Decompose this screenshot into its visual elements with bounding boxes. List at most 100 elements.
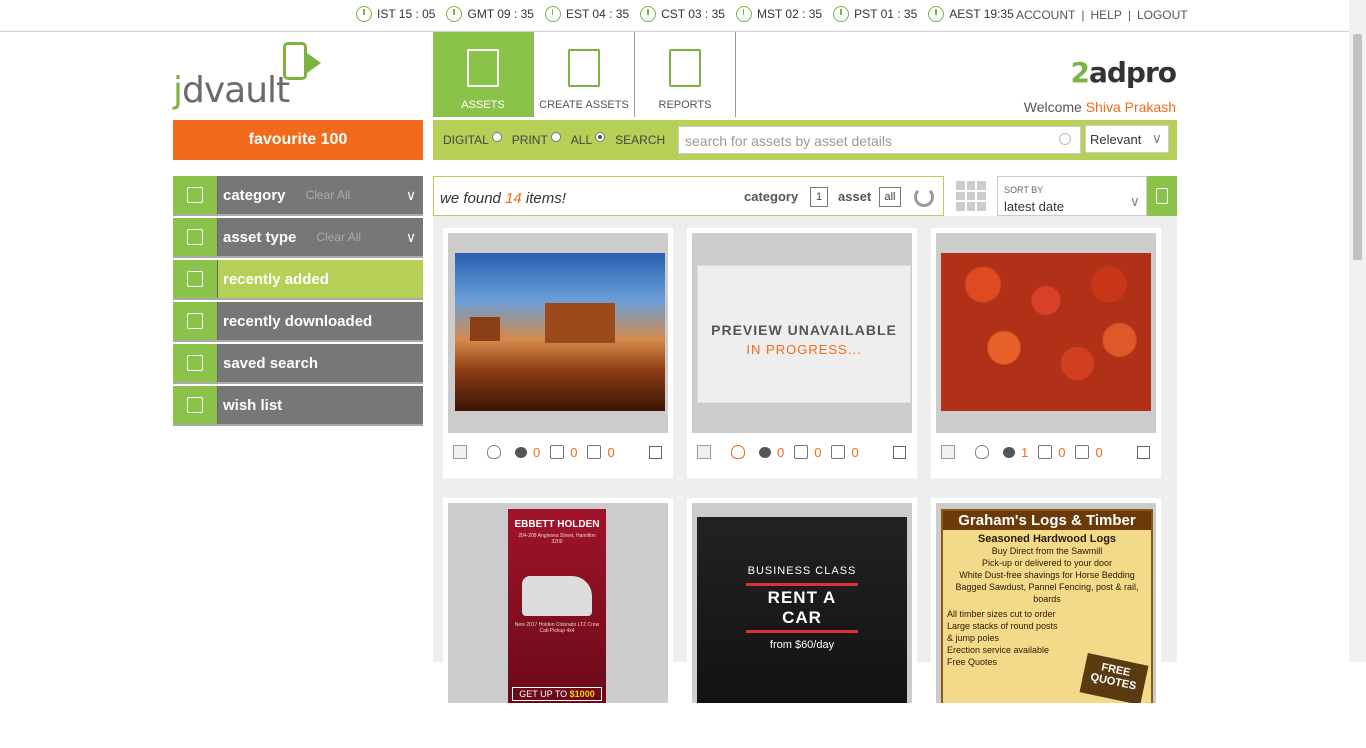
ad-cta: GET UP TO $1000 bbox=[512, 687, 602, 701]
layers-icon-shape bbox=[187, 187, 203, 203]
filter-all[interactable]: ALL bbox=[571, 132, 606, 147]
2adpro-logo: 2adpro bbox=[1070, 56, 1177, 89]
select-checkbox[interactable] bbox=[941, 445, 955, 459]
grid-cell bbox=[977, 181, 986, 190]
card-actions: 1 0 0 bbox=[936, 440, 1156, 464]
heart-icon[interactable] bbox=[515, 446, 527, 458]
sidebar-item-label: recently added bbox=[223, 270, 329, 288]
asset-card[interactable]: 1 0 0 bbox=[931, 228, 1161, 478]
sidebar-item-category[interactable]: category Clear All ∨ bbox=[173, 176, 423, 216]
asset-thumbnail[interactable]: PREVIEW UNAVAILABLE IN PROGRESS... bbox=[692, 233, 912, 433]
help-link[interactable]: HELP bbox=[1090, 8, 1121, 22]
select-checkbox[interactable] bbox=[453, 445, 467, 459]
sort-select[interactable]: SORT BY latest date ∨ bbox=[997, 176, 1147, 216]
radio-print[interactable] bbox=[550, 132, 561, 142]
radio-all[interactable] bbox=[595, 132, 606, 142]
clock-label: MST 02 : 35 bbox=[756, 7, 823, 21]
chevron-down-icon[interactable]: ∨ bbox=[399, 218, 423, 256]
category-count-badge[interactable]: 1 bbox=[810, 187, 828, 207]
preview-status: IN PROGRESS... bbox=[746, 342, 862, 357]
separator: | bbox=[1127, 8, 1131, 22]
asset-thumbnail[interactable]: BUSINESS CLASS RENT A CAR from $60/day bbox=[692, 503, 912, 703]
chevron-down-icon[interactable]: ∨ bbox=[399, 176, 423, 214]
clock-est: EST 04 : 35 bbox=[544, 6, 629, 22]
filter-digital[interactable]: DIGITAL bbox=[443, 132, 502, 147]
category-filter-label: category bbox=[744, 189, 799, 204]
asset-card[interactable]: BUSINESS CLASS RENT A CAR from $60/day bbox=[687, 498, 917, 748]
brand-two: 2 bbox=[1070, 56, 1090, 89]
clock-pst: PST 01 : 35 bbox=[833, 6, 917, 22]
lightbulb-icon[interactable] bbox=[731, 445, 745, 459]
like-count: 0 bbox=[570, 444, 578, 460]
relevance-select[interactable]: Relevant ∨ bbox=[1085, 125, 1169, 153]
asset-card[interactable]: Graham's Logs & Timber Seasoned Hardwood… bbox=[931, 498, 1161, 748]
butte-shape bbox=[470, 317, 500, 341]
tab-label: REPORTS bbox=[658, 99, 712, 111]
clock-label: IST 15 : 05 bbox=[377, 7, 436, 21]
filter-print[interactable]: PRINT bbox=[512, 132, 561, 147]
asset-thumbnail[interactable]: Graham's Logs & Timber Seasoned Hardwood… bbox=[936, 503, 1156, 703]
sidebar-item-saved-search[interactable]: saved search bbox=[173, 344, 423, 384]
clear-all-link[interactable]: Clear All bbox=[306, 188, 351, 202]
thumbs-up-icon[interactable] bbox=[550, 445, 565, 459]
refresh-icon[interactable] bbox=[914, 187, 934, 207]
user-name[interactable]: Shiva Prakash bbox=[1086, 99, 1176, 115]
dislike-count: 0 bbox=[1095, 444, 1103, 460]
external-link-icon[interactable] bbox=[649, 445, 662, 459]
tab-label: CREATE ASSETS bbox=[539, 99, 629, 111]
tab-create-assets[interactable]: CREATE ASSETS bbox=[534, 32, 635, 117]
radio-digital[interactable] bbox=[491, 132, 502, 142]
sidebar-item-asset-type[interactable]: asset type Clear All ∨ bbox=[173, 218, 423, 258]
clear-all-link[interactable]: Clear All bbox=[316, 230, 361, 244]
grid-view-icon[interactable] bbox=[956, 181, 986, 211]
select-checkbox[interactable] bbox=[697, 445, 711, 459]
favourite-100-button[interactable]: favourite 100 bbox=[173, 120, 423, 160]
apples-image bbox=[941, 253, 1151, 411]
heart-icon[interactable] bbox=[759, 446, 771, 458]
rent-a-car-ad: BUSINESS CLASS RENT A CAR from $60/day bbox=[697, 517, 907, 703]
sidebar-item-recently-downloaded[interactable]: recently downloaded bbox=[173, 302, 423, 342]
thumbs-up-icon[interactable] bbox=[794, 445, 809, 459]
thumbs-down-icon[interactable] bbox=[587, 445, 602, 459]
sidebar-item-label: saved search bbox=[223, 354, 319, 372]
search-icon[interactable] bbox=[1059, 133, 1071, 145]
saved-search-button[interactable] bbox=[1147, 176, 1177, 216]
asset-thumbnail[interactable]: EBBETT HOLDEN 204-208 Anglesea Street, H… bbox=[448, 503, 668, 703]
asset-thumbnail[interactable] bbox=[936, 233, 1156, 433]
jdvault-logo[interactable]: jdvault bbox=[173, 40, 343, 111]
external-link-icon[interactable] bbox=[893, 445, 906, 459]
asset-card[interactable]: 0 0 0 bbox=[443, 228, 673, 478]
grid-cell bbox=[966, 202, 976, 211]
thumbs-up-icon[interactable] bbox=[1038, 445, 1053, 459]
sidebar: category Clear All ∨ asset type Clear All … bbox=[173, 176, 423, 428]
cta-prefix: GET UP TO bbox=[519, 689, 568, 699]
thumbs-down-icon[interactable] bbox=[831, 445, 846, 459]
tab-assets[interactable]: ASSETS bbox=[433, 32, 534, 117]
search-text: SEARCH bbox=[615, 133, 666, 147]
sidebar-item-wish-list[interactable]: wish list bbox=[173, 386, 423, 426]
search-input[interactable]: search for assets by asset details bbox=[678, 126, 1081, 154]
asset-filter-label: asset bbox=[838, 189, 872, 204]
asset-thumbnail[interactable] bbox=[448, 233, 668, 433]
clock-label: AEST 19:35 bbox=[949, 7, 1014, 21]
account-link[interactable]: ACCOUNT bbox=[1016, 8, 1075, 22]
found-suffix: items! bbox=[525, 190, 566, 207]
plus-icon bbox=[173, 260, 218, 298]
sort-label: SORT BY bbox=[1004, 185, 1044, 195]
lightbulb-icon[interactable] bbox=[975, 445, 989, 459]
asset-type-label: asset type bbox=[223, 228, 297, 246]
page-scrollbar[interactable] bbox=[1349, 0, 1366, 662]
external-link-icon[interactable] bbox=[1137, 445, 1150, 459]
lightbulb-icon[interactable] bbox=[487, 445, 501, 459]
thumbs-down-icon[interactable] bbox=[1075, 445, 1090, 459]
asset-card[interactable]: EBBETT HOLDEN 204-208 Anglesea Street, H… bbox=[443, 498, 673, 748]
filter-label: DIGITAL bbox=[443, 133, 489, 147]
sidebar-item-recently-added[interactable]: recently added bbox=[173, 260, 423, 300]
logout-link[interactable]: LOGOUT bbox=[1137, 8, 1188, 22]
heart-icon[interactable] bbox=[1003, 446, 1015, 458]
account-links: ACCOUNT | HELP | LOGOUT bbox=[1016, 8, 1188, 22]
tab-reports[interactable]: REPORTS bbox=[635, 32, 736, 117]
asset-card[interactable]: PREVIEW UNAVAILABLE IN PROGRESS... 0 0 0 bbox=[687, 228, 917, 478]
scrollbar-thumb[interactable] bbox=[1353, 34, 1362, 260]
asset-filter-badge[interactable]: all bbox=[879, 187, 901, 207]
